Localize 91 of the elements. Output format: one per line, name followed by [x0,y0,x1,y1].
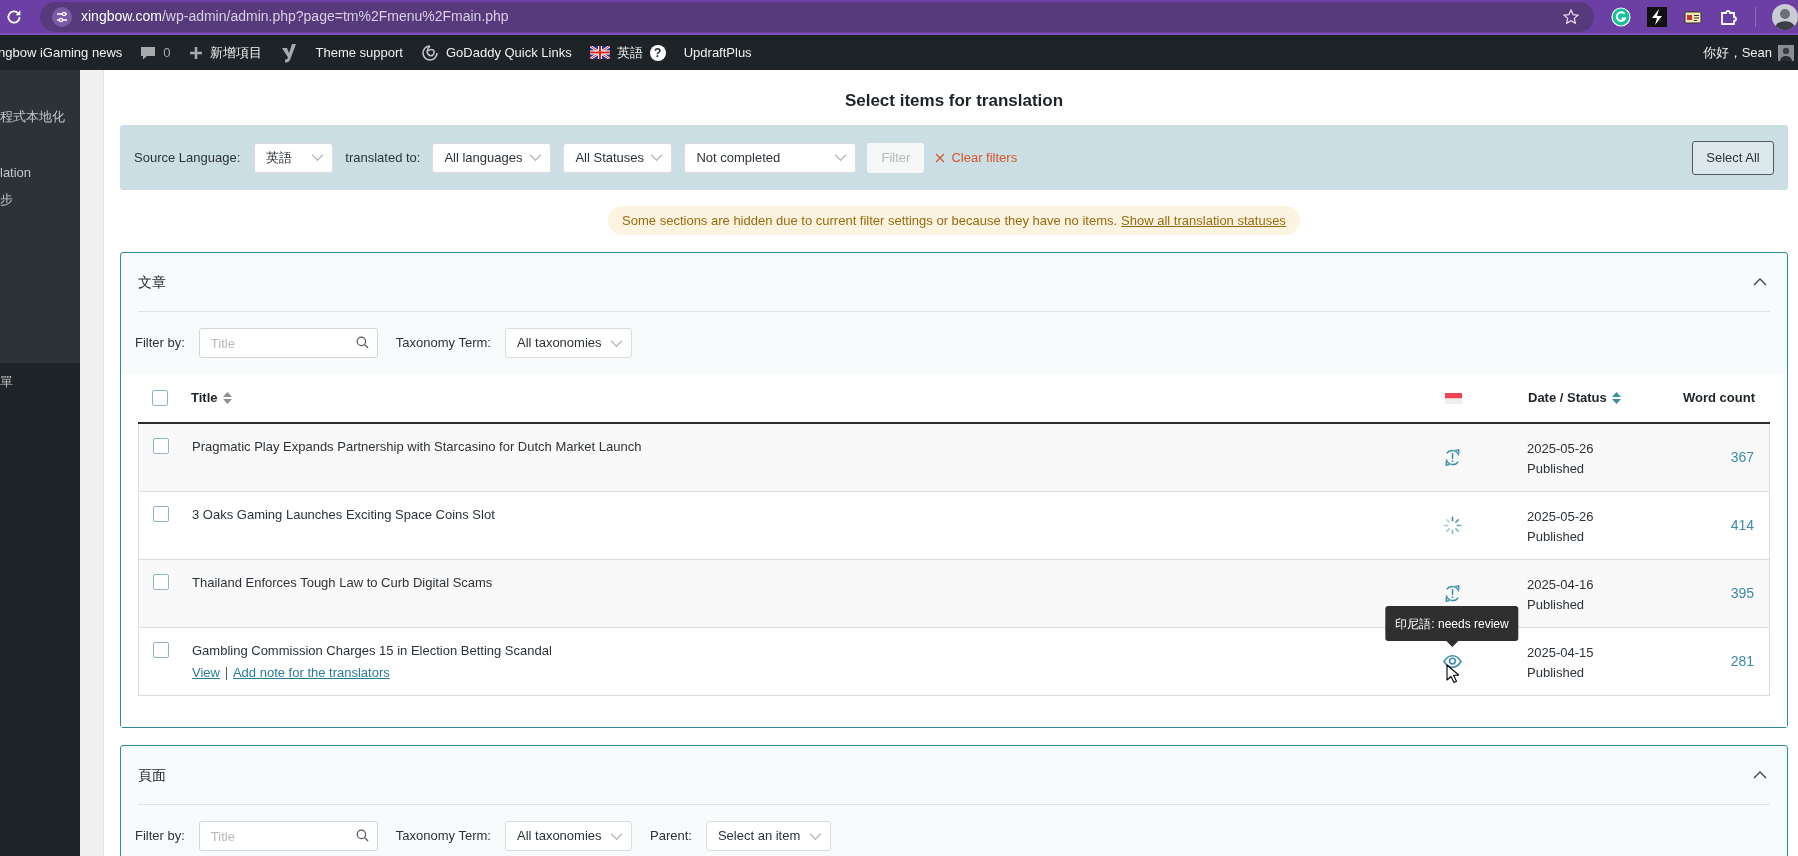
date-text: 2025-05-26 [1527,508,1594,526]
flag-icon [589,46,610,59]
filter-label: Taxonomy Term: [395,334,491,353]
section-title: 文章 [138,272,166,292]
sync-alert-icon[interactable] [1442,448,1462,467]
filter-label: Filter by: [135,334,185,353]
dropdown[interactable]: All taxonomies [505,821,632,851]
tune-icon[interactable] [52,6,72,27]
date-text: 2025-05-26 [1527,440,1594,458]
table-row[interactable]: 3 Oaks Gaming Launches Exciting Space Coins Slot 2025-05-26 Published 414 [138,492,1770,560]
status-text: Published [1527,664,1585,682]
item-title: Thailand Enforces Tough Law to Curb Digital Scams [192,574,493,592]
word-count: 414 [1730,516,1754,535]
column-header: Word count [1682,389,1756,408]
close-icon [935,152,946,163]
tooltip: 印尼語: needs review [1385,606,1519,641]
column-header[interactable]: Title [191,388,218,408]
tooltip-arrow [1446,641,1458,647]
speech-bubble-icon [140,44,157,61]
dropdown[interactable]: All languages [432,142,552,173]
avatar-icon [1778,44,1794,61]
address-bar[interactable]: xingbow.com/wp-admin/admin.php?page=tm%2Fmenu%2Fmain.php [40,1,1594,32]
word-count: 395 [1730,584,1754,603]
lightning-icon[interactable] [1647,6,1667,27]
search-icon [355,336,369,349]
admin-bar-item[interactable]: Theme support [306,35,412,70]
eye-icon[interactable] [1442,652,1462,671]
search-field[interactable]: Title [198,821,378,851]
admin-bar-item[interactable]: GoDaddy Quick Links [411,35,581,70]
chevron-down-icon [529,151,543,164]
item-title: Pragmatic Play Expands Partnership with Starcasino for Dutch Market Launch [192,438,642,456]
chevron-down-icon [650,151,664,164]
sidebar-item[interactable]: 單 [0,373,80,391]
filter-label: Source Language: [134,148,241,167]
section-title: 頁面 [138,765,166,785]
circle-logo-icon[interactable] [1611,6,1631,27]
item-title: 3 Oaks Gaming Launches Exciting Space Coins Slot [192,506,495,524]
admin-bar-item[interactable]: 新增項目 [179,35,271,70]
word-count: 367 [1730,448,1754,467]
filter-label: translated to: [345,148,421,167]
admin-bar-item[interactable]: UpdraftPlus [674,35,761,70]
help-badge: ? [649,44,666,61]
table-row[interactable]: Pragmatic Play Expands Partnership with Starcasino for Dutch Market Launch 2025-05-26 Published 367 [138,424,1770,492]
sidebar-item[interactable]: 步 [0,191,80,209]
select-all-button[interactable]: Select All [1692,140,1774,175]
checkbox[interactable] [152,390,168,406]
status-text: Published [1527,460,1585,478]
search-field[interactable]: Title [198,328,378,358]
row-action-link[interactable]: Add note for the translators [232,664,390,682]
item-title: Gambling Commission Charges 15 in Election Betting Scandal [192,642,552,660]
sidebar-item[interactable]: 程式本地化 [0,108,80,126]
show-all-link[interactable]: Show all translation statuses [1121,210,1286,231]
checkbox[interactable] [153,574,169,590]
admin-bar-item[interactable]: 0 [131,35,180,70]
column-header[interactable]: Date / Status [1528,388,1607,408]
sidebar-item[interactable]: lation [0,164,80,182]
flag-icon [1444,392,1462,404]
dropdown[interactable]: Not completed [684,142,857,173]
date-text: 2025-04-16 [1527,576,1594,594]
row-action-link[interactable]: View [192,664,220,682]
notice-text: Some sections are hidden due to current filter settings or because they have no items. [622,211,1118,230]
chevron-down-icon [834,151,848,164]
page-title: Select items for translation [843,90,1065,111]
avatar-icon[interactable] [1772,3,1798,30]
filter-label: Taxonomy Term: [395,827,491,846]
checkbox[interactable] [153,506,169,522]
status-text: Published [1527,528,1585,546]
plus-icon [188,45,203,60]
search-icon [355,829,369,842]
sort-icon[interactable] [1611,392,1621,404]
mouse-pointer-icon [1446,664,1459,684]
sync-alert-icon[interactable] [1442,584,1462,603]
sort-icon[interactable] [222,392,232,404]
dropdown[interactable]: Select an item [705,821,831,851]
chevron-down-icon [311,151,325,164]
checkbox[interactable] [153,642,169,658]
account-menu[interactable]: 你好，Sean [1702,35,1798,70]
spinner-icon[interactable] [1442,516,1462,535]
reload-icon[interactable] [5,7,23,26]
admin-bar-item[interactable]: 英語 ? [580,35,675,70]
checkbox[interactable] [153,438,169,454]
star-icon[interactable] [1562,7,1580,26]
swirl-icon [420,43,439,62]
dropdown[interactable]: 英語 [254,142,334,173]
date-text: 2025-04-15 [1527,644,1594,662]
word-count: 281 [1730,652,1754,671]
dropdown[interactable]: All taxonomies [505,328,632,358]
dropdown[interactable]: All Statuses [563,142,673,173]
logo-icon [279,42,298,63]
filter-label: Filter by: [135,827,185,846]
filter-label: Parent: [650,827,692,846]
